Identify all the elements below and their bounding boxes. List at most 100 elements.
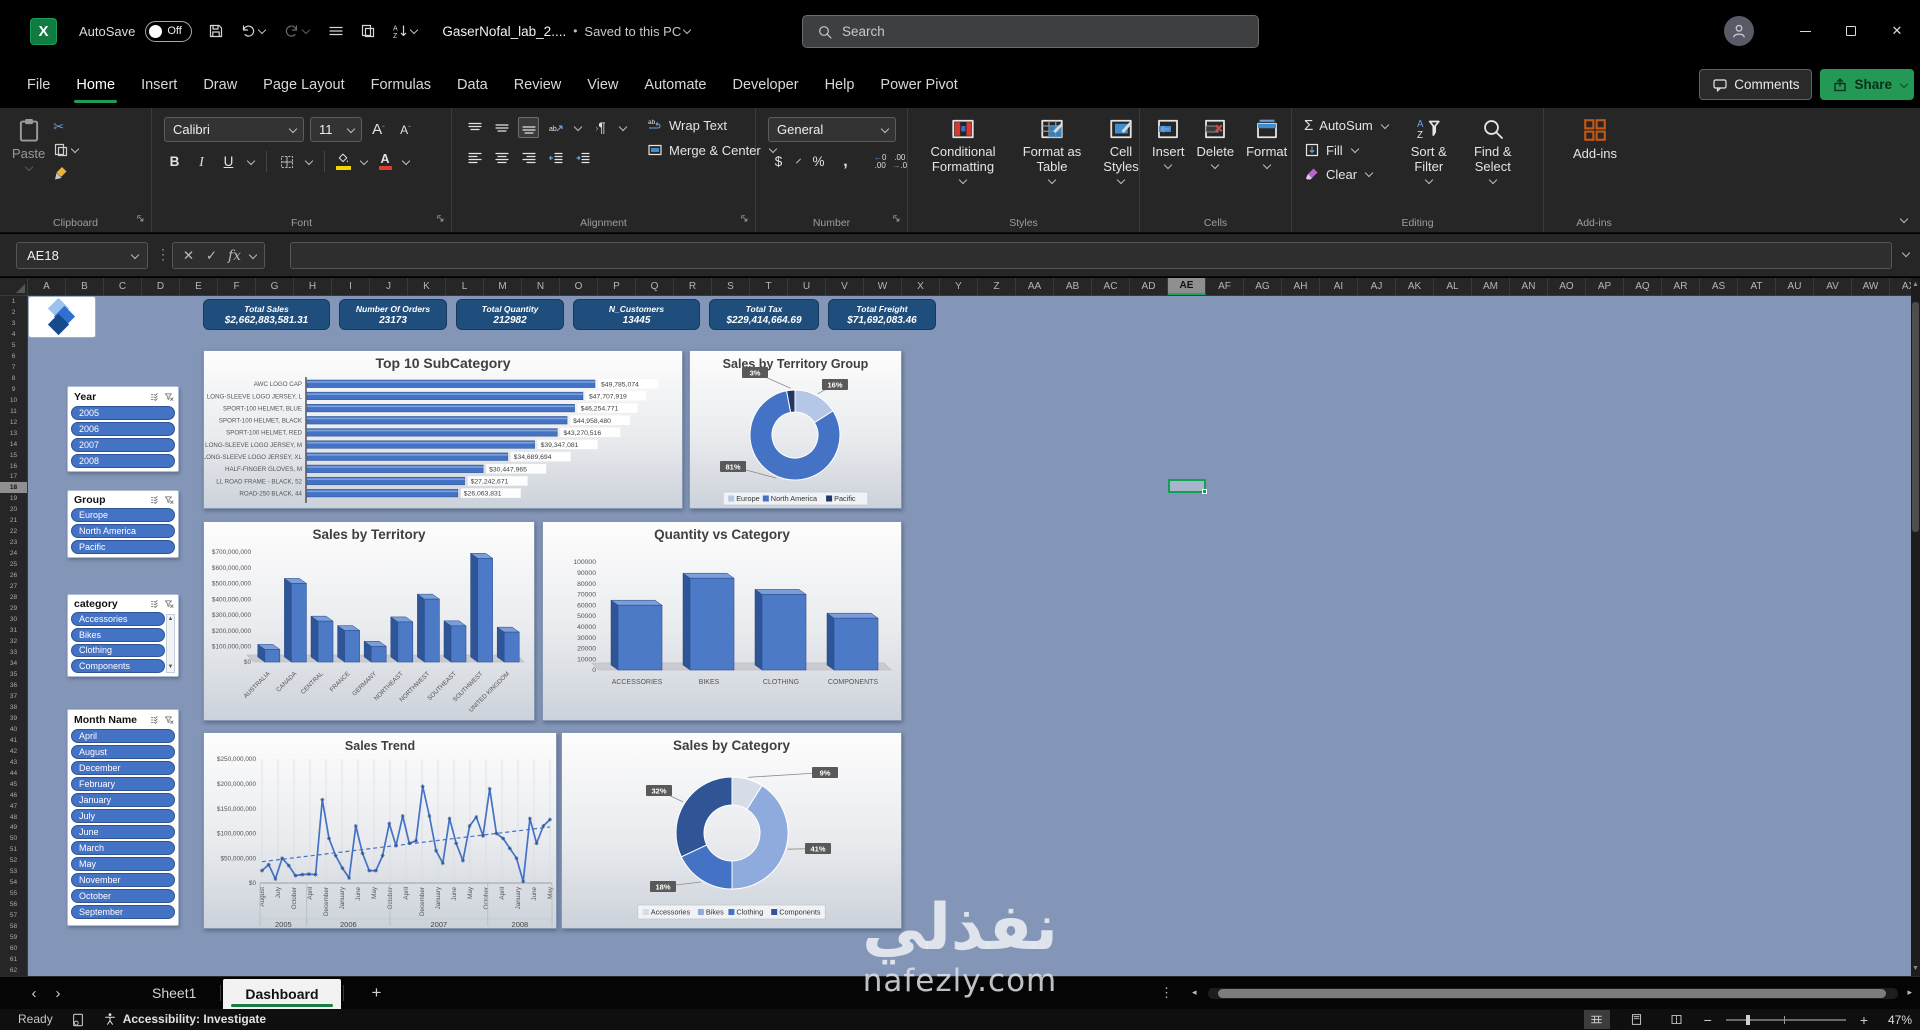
row-header-51[interactable]: 51 bbox=[0, 844, 27, 855]
row-header-59[interactable]: 59 bbox=[0, 932, 27, 943]
row-header-14[interactable]: 14 bbox=[0, 439, 27, 450]
select-all-corner[interactable] bbox=[0, 278, 28, 296]
paste-button[interactable]: Paste bbox=[12, 117, 45, 212]
column-header-U[interactable]: U bbox=[788, 278, 826, 295]
scroll-up-icon[interactable]: ▲ bbox=[1911, 278, 1920, 292]
row-header-18[interactable]: 18 bbox=[0, 482, 27, 494]
align-center-icon[interactable] bbox=[491, 147, 512, 168]
borders-icon[interactable] bbox=[276, 151, 297, 172]
row-header-12[interactable]: 12 bbox=[0, 417, 27, 428]
align-left-icon[interactable] bbox=[464, 147, 485, 168]
scroll-down-icon[interactable]: ▼ bbox=[168, 663, 174, 672]
sheet-grid[interactable]: Total Sales $2,662,883,581.31 Number Of Or… bbox=[28, 296, 1911, 976]
slicer-item-accessories[interactable]: Accessories bbox=[71, 612, 165, 626]
ribbon-tab-automate[interactable]: Automate bbox=[631, 62, 719, 108]
row-header-1[interactable]: 1 bbox=[0, 296, 27, 307]
collapse-ribbon-icon[interactable] bbox=[1899, 214, 1909, 224]
column-header-G[interactable]: G bbox=[256, 278, 294, 295]
format-cells-button[interactable]: Format bbox=[1246, 117, 1287, 212]
row-header-55[interactable]: 55 bbox=[0, 888, 27, 899]
column-header-AO[interactable]: AO bbox=[1548, 278, 1586, 295]
column-header-M[interactable]: M bbox=[484, 278, 522, 295]
slicer-item-august[interactable]: August bbox=[71, 745, 175, 759]
hscroll-right-icon[interactable]: ▸ bbox=[1907, 987, 1912, 998]
row-header-17[interactable]: 17 bbox=[0, 472, 27, 483]
slicer-item-january[interactable]: January bbox=[71, 793, 175, 807]
share-button[interactable]: Share bbox=[1820, 69, 1914, 100]
number-format-select[interactable]: General bbox=[768, 117, 896, 142]
new-sheet-button[interactable]: + bbox=[372, 983, 382, 1003]
row-header-34[interactable]: 34 bbox=[0, 658, 27, 669]
row-header-56[interactable]: 56 bbox=[0, 899, 27, 910]
dialog-launcher-icon[interactable] bbox=[891, 210, 902, 228]
format-as-table-button[interactable]: Format as Table bbox=[1020, 117, 1084, 212]
row-header-49[interactable]: 49 bbox=[0, 823, 27, 834]
decrease-font-icon[interactable]: Aˇ bbox=[395, 119, 416, 140]
prev-sheet-icon[interactable]: ‹ bbox=[22, 985, 46, 1002]
slicer-item-bikes[interactable]: Bikes bbox=[71, 627, 165, 642]
row-header-11[interactable]: 11 bbox=[0, 406, 27, 417]
column-header-AK[interactable]: AK bbox=[1396, 278, 1434, 295]
zoom-level[interactable]: 47% bbox=[1882, 1013, 1912, 1027]
maximize-icon[interactable] bbox=[1828, 0, 1874, 62]
column-header-AW[interactable]: AW bbox=[1852, 278, 1890, 295]
format-painter-button[interactable] bbox=[53, 165, 81, 181]
row-header-9[interactable]: 9 bbox=[0, 384, 27, 395]
horizontal-scroll-thumb[interactable] bbox=[1218, 989, 1886, 998]
slicer-item-july[interactable]: July bbox=[71, 809, 175, 823]
slicer-item-north-america[interactable]: North America bbox=[71, 524, 175, 538]
multi-select-icon[interactable] bbox=[150, 715, 160, 725]
kebab-icon[interactable]: ⋮ bbox=[156, 246, 171, 263]
insert-function-icon[interactable]: fx bbox=[224, 245, 245, 266]
orientation-icon[interactable]: ab bbox=[545, 117, 566, 138]
search-input[interactable]: Search bbox=[802, 15, 1259, 48]
sheet-tab-sheet1[interactable]: Sheet1 bbox=[130, 977, 218, 1009]
column-header-AS[interactable]: AS bbox=[1700, 278, 1738, 295]
row-header-43[interactable]: 43 bbox=[0, 757, 27, 768]
fill-button[interactable]: Fill bbox=[1304, 142, 1391, 158]
font-name-select[interactable]: Calibri bbox=[164, 117, 304, 142]
column-header-Z[interactable]: Z bbox=[978, 278, 1016, 295]
multi-select-icon[interactable] bbox=[150, 599, 160, 609]
file-name[interactable]: GaserNofal_lab_2.... bbox=[442, 24, 566, 39]
increase-font-icon[interactable]: Aˆ bbox=[368, 119, 389, 140]
row-header-38[interactable]: 38 bbox=[0, 702, 27, 713]
conditional-formatting-button[interactable]: Conditional Formatting bbox=[920, 117, 1006, 212]
row-header-40[interactable]: 40 bbox=[0, 724, 27, 735]
increase-indent-icon[interactable] bbox=[572, 147, 593, 168]
row-header-24[interactable]: 24 bbox=[0, 548, 27, 559]
align-middle-icon[interactable] bbox=[491, 117, 512, 138]
insert-cells-button[interactable]: Insert bbox=[1152, 117, 1185, 212]
column-header-AV[interactable]: AV bbox=[1814, 278, 1852, 295]
dialog-launcher-icon[interactable] bbox=[435, 210, 446, 228]
slicer-item-pacific[interactable]: Pacific bbox=[71, 540, 175, 554]
close-icon[interactable]: ✕ bbox=[1874, 0, 1920, 62]
column-header-AM[interactable]: AM bbox=[1472, 278, 1510, 295]
slicer-item-components[interactable]: Components bbox=[71, 659, 165, 673]
multi-select-icon[interactable] bbox=[150, 392, 160, 402]
column-header-AR[interactable]: AR bbox=[1662, 278, 1700, 295]
row-header-29[interactable]: 29 bbox=[0, 603, 27, 614]
next-sheet-icon[interactable]: › bbox=[46, 985, 70, 1002]
row-header-22[interactable]: 22 bbox=[0, 526, 27, 537]
slicer-item-december[interactable]: December bbox=[71, 761, 175, 775]
column-header-AF[interactable]: AF bbox=[1206, 278, 1244, 295]
redo-icon[interactable] bbox=[284, 23, 312, 39]
row-header-58[interactable]: 58 bbox=[0, 921, 27, 932]
align-right-icon[interactable] bbox=[518, 147, 539, 168]
decrease-decimal-icon[interactable]: .00 →.0 bbox=[892, 153, 907, 170]
view-normal-icon[interactable] bbox=[1583, 1010, 1610, 1029]
accessibility-status[interactable]: Accessibility: Investigate bbox=[103, 1012, 266, 1026]
slicer-item-2006[interactable]: 2006 bbox=[71, 422, 175, 436]
slicer-item-clothing[interactable]: Clothing bbox=[71, 643, 165, 658]
row-header-26[interactable]: 26 bbox=[0, 570, 27, 581]
column-header-D[interactable]: D bbox=[142, 278, 180, 295]
ribbon-tab-file[interactable]: File bbox=[14, 62, 63, 108]
column-header-AA[interactable]: AA bbox=[1016, 278, 1054, 295]
column-header-I[interactable]: I bbox=[332, 278, 370, 295]
row-header-3[interactable]: 3 bbox=[0, 318, 27, 329]
row-header-33[interactable]: 33 bbox=[0, 647, 27, 658]
column-header-B[interactable]: B bbox=[66, 278, 104, 295]
slicer-item-october[interactable]: October bbox=[71, 889, 175, 903]
font-color-icon[interactable]: A bbox=[376, 153, 394, 170]
